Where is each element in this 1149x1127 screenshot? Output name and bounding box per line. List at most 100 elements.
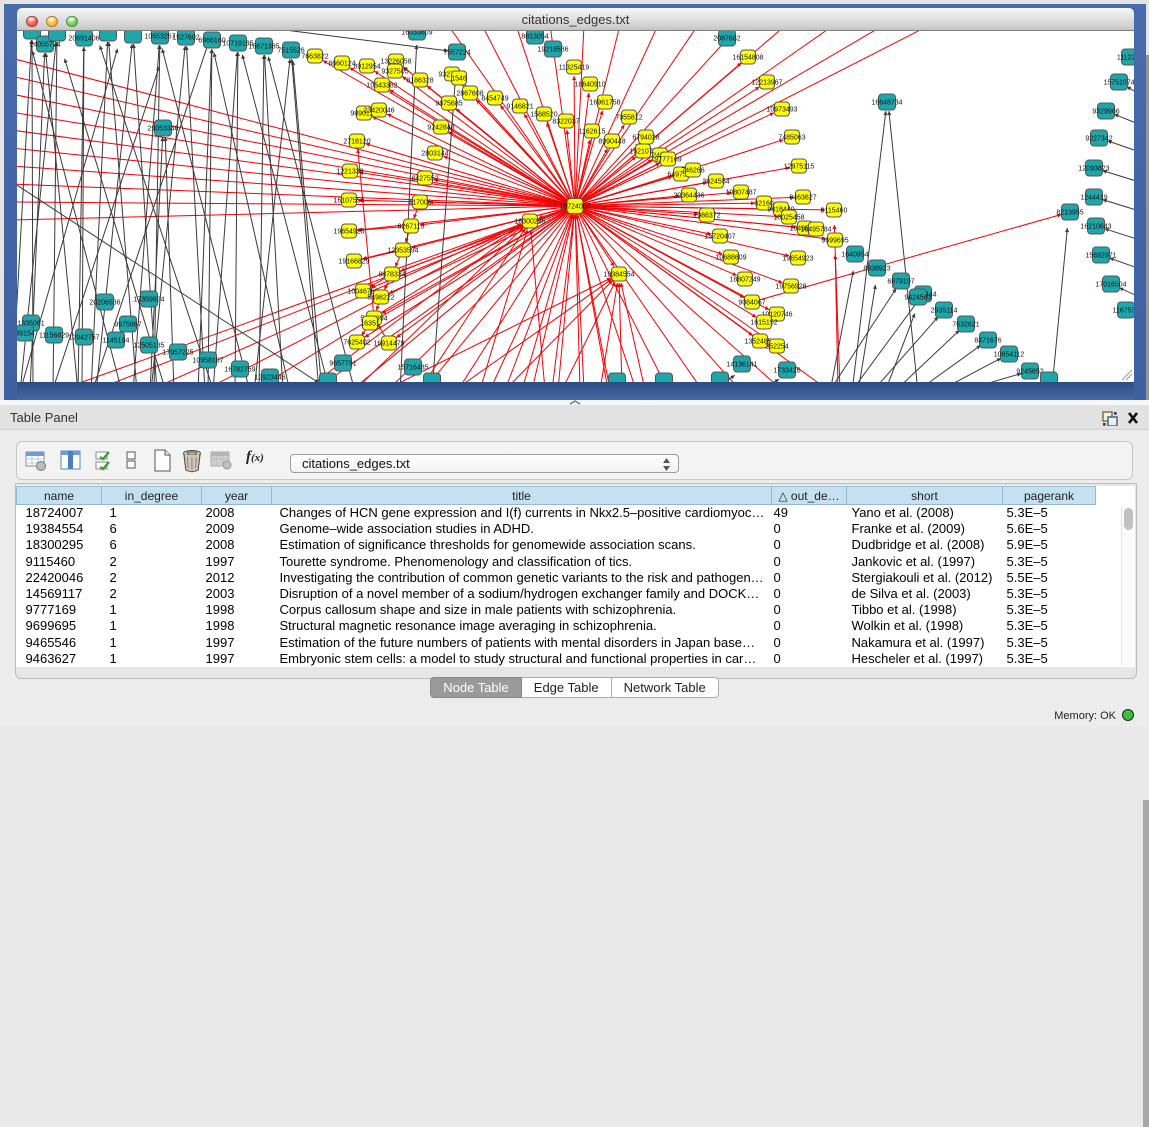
svg-text:8213955: 8213955 [1056,210,1083,217]
svg-text:1640954: 1640954 [841,252,868,259]
svg-text:19654925: 19654925 [333,229,364,236]
svg-text:10654112: 10654112 [994,352,1025,359]
svg-text:1546: 1546 [451,76,467,83]
svg-text:7986372: 7986372 [693,213,720,220]
svg-text:7557224: 7557224 [443,50,470,57]
svg-text:1527602: 1527602 [172,35,199,42]
svg-text:9463627: 9463627 [789,195,816,202]
svg-text:18640910: 18640910 [574,82,605,89]
svg-text:29053346: 29053346 [147,126,178,133]
svg-text:3624554: 3624554 [702,179,729,186]
svg-text:39154: 39154 [17,331,35,338]
svg-text:15751074: 15751074 [1103,80,1134,87]
svg-text:16914479: 16914479 [373,341,404,348]
svg-text:8938923: 8938923 [863,266,890,273]
svg-text:19654923: 19654923 [782,256,813,263]
svg-text:15716485: 15716485 [397,365,428,372]
svg-text:10958107: 10958107 [192,358,223,365]
svg-text:9227342: 9227342 [1085,136,1112,143]
svg-text:1615152: 1615152 [750,320,777,327]
svg-text:10025458: 10025458 [773,215,804,222]
svg-text:19384554: 19384554 [603,272,634,279]
svg-text:8322037: 8322037 [552,119,579,126]
svg-text:7955812: 7955812 [615,115,642,122]
svg-text:16033809: 16033809 [401,31,432,37]
svg-text:20691406: 20691406 [68,36,99,43]
svg-text:9242848: 9242848 [427,125,454,132]
svg-text:12505135: 12505135 [133,343,164,350]
svg-text:1588520: 1588520 [530,112,557,119]
svg-text:1145194: 1145194 [103,338,130,345]
svg-text:9245652: 9245652 [1016,369,1043,376]
svg-text:18807249: 18807249 [729,277,760,284]
svg-text:16210643: 16210643 [1080,224,1111,231]
svg-text:16495784: 16495784 [800,227,831,234]
svg-text:252254: 252254 [765,344,788,351]
svg-text:1162615: 1162615 [579,129,606,136]
svg-text:17957225: 17957225 [162,350,193,357]
svg-text:9084067: 9084067 [738,300,765,307]
svg-text:6794028: 6794028 [632,135,659,142]
svg-text:17359924: 17359924 [133,297,164,304]
svg-text:8912954: 8912954 [353,64,380,71]
svg-text:10653267: 10653267 [144,34,175,41]
svg-text:9699695: 9699695 [821,238,848,245]
svg-text:1244419: 1244419 [1080,195,1107,202]
svg-text:16782759: 16782759 [224,367,255,374]
svg-text:19218586: 19218586 [537,47,568,54]
svg-text:2935114: 2935114 [931,308,958,315]
svg-text:9777169: 9777169 [654,157,681,164]
svg-text:9424563: 9424563 [904,295,931,302]
svg-text:20364436: 20364436 [673,193,704,200]
svg-text:6879197: 6879197 [887,279,914,286]
svg-text:16107554: 16107554 [333,198,364,205]
svg-text:10973493: 10973493 [766,107,797,114]
svg-text:9146821: 9146821 [506,104,533,111]
svg-text:12923446: 12923446 [254,375,285,382]
svg-text:8990448: 8990448 [598,139,625,146]
svg-text:11325419: 11325419 [559,65,590,72]
svg-text:12975115: 12975115 [784,164,815,171]
svg-text:19756928: 19756928 [775,284,806,291]
svg-text:8471676: 8471676 [974,338,1001,345]
svg-text:9875685: 9875685 [435,101,462,108]
svg-text:14136141: 14136141 [726,362,757,369]
svg-text:8660124: 8660124 [328,61,355,68]
svg-text:9327505: 9327505 [381,69,408,76]
svg-text:16154808: 16154808 [732,55,763,62]
svg-text:12213967: 12213967 [751,80,782,87]
svg-text:10807487: 10807487 [725,190,756,197]
svg-text:10543382: 10543382 [366,83,397,90]
svg-text:5498222: 5498222 [367,295,394,302]
svg-text:9975867: 9975867 [114,322,141,329]
svg-text:1167533: 1167533 [1113,308,1134,315]
svg-text:7485063: 7485063 [778,135,805,142]
svg-text:16671385: 16671385 [248,44,279,51]
svg-text:15720407: 15720407 [704,234,735,241]
svg-text:8427552: 8427552 [411,176,438,183]
svg-text:2718120: 2718120 [343,139,370,146]
svg-text:2867608: 2867608 [456,91,483,98]
svg-text:2803144: 2803144 [421,151,448,158]
svg-text:8454749: 8454749 [481,96,508,103]
svg-text:8267110: 8267110 [398,224,425,231]
svg-text:16961758: 16961758 [589,100,620,107]
svg-text:746266: 746266 [681,168,704,175]
svg-text:7625402: 7625402 [343,340,370,347]
svg-text:23420046: 23420046 [363,108,394,115]
svg-text:18300295: 18300295 [514,219,545,226]
svg-text:12093823: 12093823 [1078,166,1109,173]
svg-text:18724007: 18724007 [559,204,590,211]
svg-text:17016504: 17016504 [1095,282,1126,289]
svg-text:11156829: 11156829 [39,333,69,340]
svg-text:9657791: 9657791 [329,361,356,368]
svg-text:10688609: 10688609 [715,255,746,262]
svg-text:12353594: 12353594 [387,248,418,255]
svg-text:9329966: 9329966 [1092,109,1119,116]
svg-text:417006: 417006 [408,200,431,207]
svg-text:2087682: 2087682 [713,36,740,43]
svg-text:8878334: 8878334 [378,272,405,279]
svg-text:15692971: 15692971 [1085,253,1116,260]
svg-text:16351: 16351 [360,321,380,328]
svg-text:1112263: 1112263 [1117,55,1134,62]
